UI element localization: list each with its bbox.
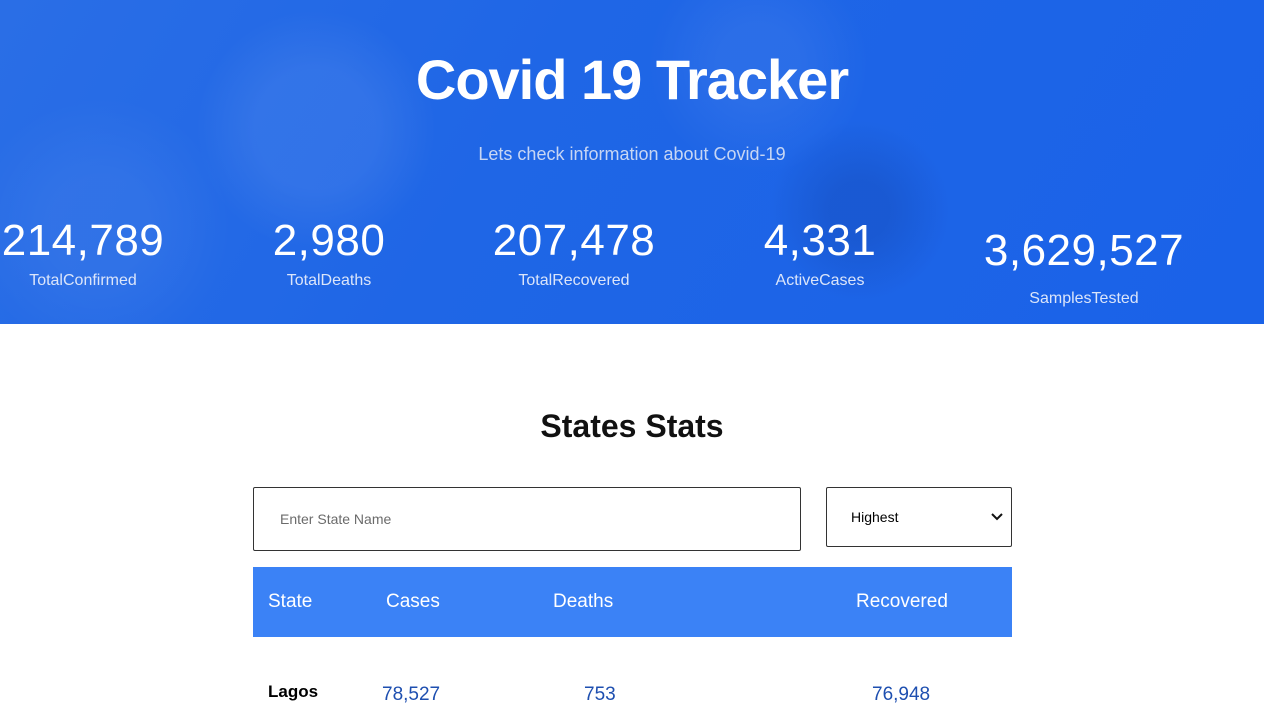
table-row: Lagos 78,527 753 76,948: [253, 676, 1012, 716]
states-stats-heading: States Stats: [540, 408, 724, 444]
stat-total-deaths: 2,980 TotalDeaths: [254, 215, 404, 291]
stat-value: 214,789: [1, 216, 165, 265]
sort-selected-value: Highest: [851, 509, 899, 525]
stat-label: SamplesTested: [1029, 290, 1139, 307]
stat-label: ActiveCases: [775, 272, 865, 289]
column-header-cases[interactable]: Cases: [386, 590, 440, 614]
column-header-recovered[interactable]: Recovered: [856, 590, 948, 614]
page-title: Covid 19 Tracker: [415, 48, 849, 111]
stat-total-recovered: 207,478 TotalRecovered: [484, 215, 664, 291]
page-subtitle: Lets check information about Covid-19: [478, 144, 786, 164]
sort-order-select[interactable]: Highest: [826, 487, 1012, 547]
hero-banner: Covid 19 Tracker Lets check information …: [0, 0, 1264, 324]
cell-recovered: 76,948: [872, 684, 931, 705]
cell-state: Lagos: [268, 682, 319, 701]
stat-value: 2,980: [272, 216, 386, 265]
stat-value: 4,331: [763, 216, 877, 265]
states-table-header: State Cases Deaths Recovered: [253, 567, 1012, 637]
column-header-state[interactable]: State: [268, 590, 312, 614]
column-header-deaths[interactable]: Deaths: [553, 590, 613, 614]
stat-label: TotalConfirmed: [29, 272, 137, 289]
stat-label: TotalDeaths: [286, 272, 372, 289]
cell-cases: 78,527: [382, 684, 441, 705]
stat-total-confirmed: 214,789 TotalConfirmed: [0, 215, 166, 291]
stat-active-cases: 4,331 ActiveCases: [745, 215, 895, 291]
cell-deaths: 753: [584, 684, 616, 705]
stat-samples-tested: 3,629,527 SamplesTested: [974, 225, 1194, 309]
stat-label: TotalRecovered: [518, 272, 630, 289]
stat-value: 207,478: [492, 216, 656, 265]
chevron-down-icon: [991, 510, 1003, 524]
state-search-input[interactable]: [253, 487, 801, 551]
stat-value: 3,629,527: [983, 226, 1185, 275]
